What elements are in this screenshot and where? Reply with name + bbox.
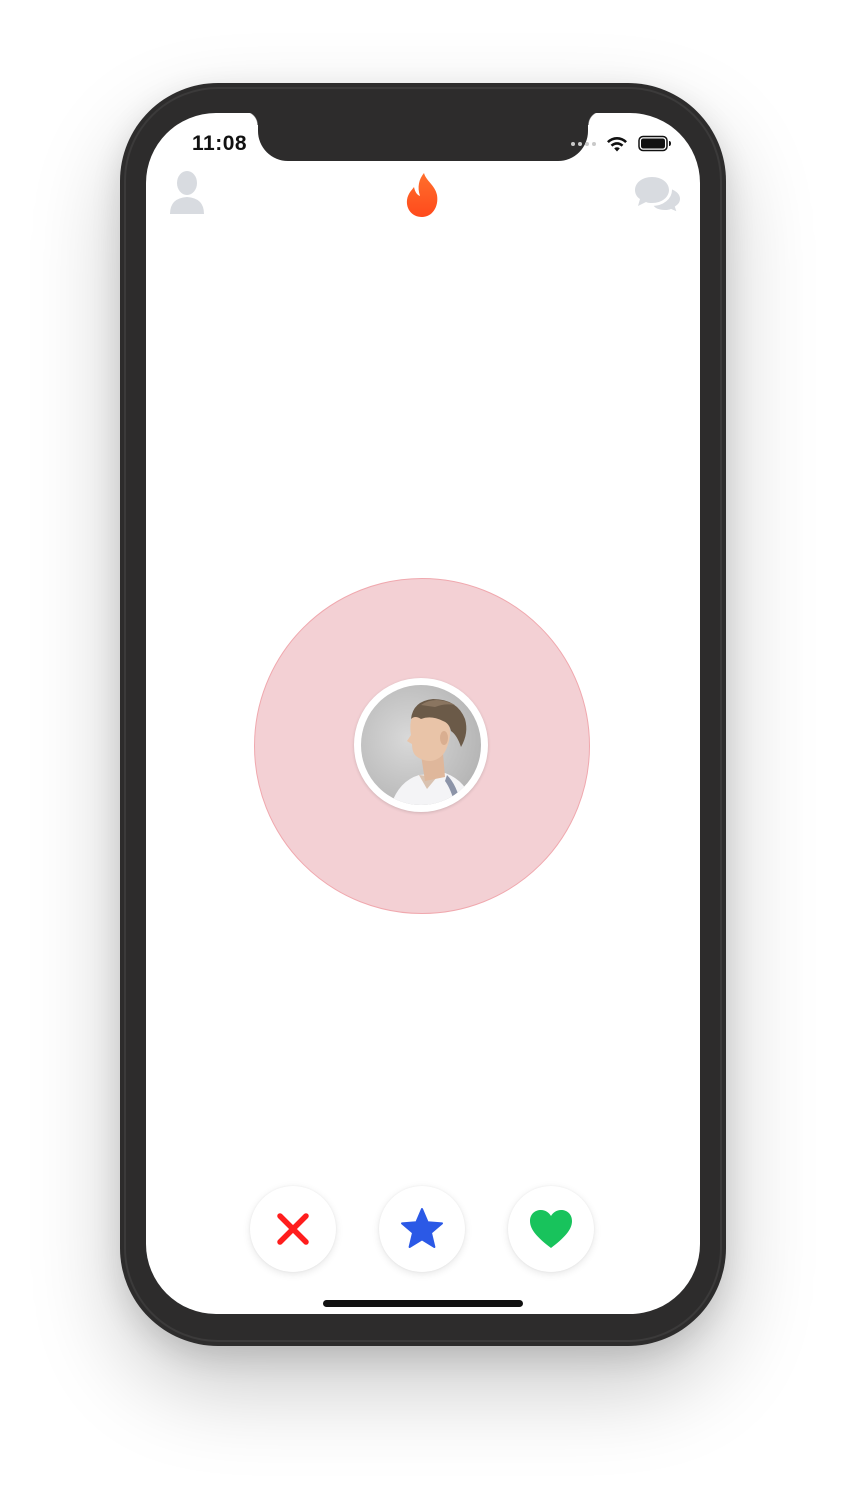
star-icon <box>401 1208 443 1248</box>
home-indicator[interactable] <box>323 1300 523 1307</box>
super-like-button[interactable] <box>379 1186 465 1272</box>
close-icon <box>277 1213 309 1245</box>
flame-logo-icon[interactable] <box>404 171 442 224</box>
device-notch <box>244 113 602 161</box>
battery-icon <box>638 135 671 152</box>
stage: 11:08 <box>0 0 846 1500</box>
status-indicators <box>571 135 672 152</box>
status-time: 11:08 <box>192 132 248 155</box>
profile-icon[interactable] <box>168 170 206 221</box>
heart-icon <box>530 1210 572 1248</box>
signal-icon <box>571 141 596 146</box>
avatar[interactable] <box>354 678 488 812</box>
like-button[interactable] <box>508 1186 594 1272</box>
profile-photo <box>361 685 481 805</box>
discovery-area <box>254 578 592 916</box>
wifi-icon <box>607 136 627 151</box>
dislike-button[interactable] <box>250 1186 336 1272</box>
action-bar <box>146 1186 700 1276</box>
app-screen: 11:08 <box>146 113 700 1314</box>
chat-bubbles-icon[interactable] <box>634 175 683 220</box>
phone-frame: 11:08 <box>120 83 726 1346</box>
